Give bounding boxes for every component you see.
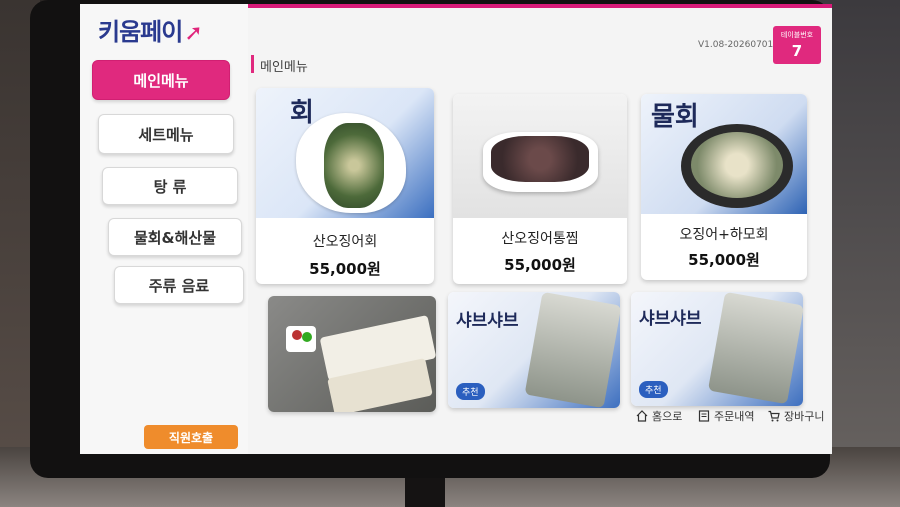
- sidebar-item-main-menu[interactable]: 메인메뉴: [92, 60, 230, 100]
- product-name: 산오징어회: [312, 234, 378, 250]
- product-price: 55,000원: [309, 260, 381, 278]
- food-shape: [707, 292, 803, 405]
- staff-call-button[interactable]: 직원호출: [144, 425, 238, 449]
- sauce-green: [302, 332, 312, 342]
- sidebar-item-label: 물회&해산물: [133, 228, 217, 247]
- app-logo: 키움페이➚: [98, 12, 203, 47]
- order-history-label: 주문내역: [714, 410, 755, 423]
- photo-title: 물회: [651, 102, 699, 132]
- logo-text: 키움페이: [98, 18, 183, 46]
- product-photo: 샤브샤브 추천: [448, 292, 620, 408]
- sidebar-item-label: 주류 음료: [148, 276, 210, 295]
- sidebar-item-seafood[interactable]: 물회&해산물: [108, 218, 242, 256]
- table-number: 7: [791, 42, 803, 60]
- cart-button[interactable]: 장바구니: [768, 408, 824, 424]
- photo-title: 샤브샤브: [456, 311, 519, 331]
- logo-arrow-icon: ➚: [184, 21, 202, 46]
- table-number-label: 테이블번호: [780, 31, 814, 39]
- product-photo: 회: [256, 88, 434, 218]
- kiosk-screen: 키움페이➚ 메인메뉴 세트메뉴 탕 류 물회&해산물 주류 음료 직원호출 메인…: [80, 4, 832, 454]
- product-card-4[interactable]: [268, 296, 436, 412]
- sidebar-item-drinks[interactable]: 주류 음료: [114, 266, 244, 304]
- sidebar-item-label: 탕 류: [153, 177, 187, 196]
- product-card-squid-steamed[interactable]: 산오징어통찜 55,000원: [453, 94, 627, 284]
- product-photo: 샤브샤브 추천: [631, 292, 803, 406]
- product-name: 오징어+하모회: [679, 227, 769, 243]
- product-card-shabu-1[interactable]: 샤브샤브 추천: [448, 292, 620, 408]
- home-label: 홈으로: [652, 410, 683, 423]
- recommend-badge: 추천: [639, 381, 668, 398]
- tablet-bezel: 키움페이➚ 메인메뉴 세트메뉴 탕 류 물회&해산물 주류 음료 직원호출 메인…: [30, 0, 832, 478]
- food-shape: [491, 136, 589, 182]
- product-photo: 물회: [641, 94, 807, 214]
- product-name: 산오징어통찜: [501, 231, 579, 247]
- sidebar-item-label: 메인메뉴: [133, 71, 189, 90]
- recommend-badge: 추천: [456, 383, 485, 400]
- sauce-red: [292, 330, 302, 340]
- product-card-squid-sashimi[interactable]: 회 산오징어회 55,000원: [256, 88, 434, 284]
- sidebar-item-set-menu[interactable]: 세트메뉴: [98, 114, 234, 154]
- product-photo: [453, 94, 627, 218]
- section-title: 메인메뉴: [260, 60, 308, 75]
- food-shape: [324, 123, 384, 208]
- cart-icon: [768, 410, 780, 422]
- section-marker: [251, 55, 254, 73]
- photo-title: 샤브샤브: [639, 309, 702, 329]
- product-photo: [268, 296, 436, 412]
- home-icon: [636, 410, 648, 422]
- table-number-badge: 테이블번호 7: [773, 26, 821, 64]
- main-content: 메인메뉴 V1.08-20260701.1.105 테이블번호 7 회 산오징어…: [248, 4, 832, 454]
- home-button[interactable]: 홈으로: [636, 408, 682, 424]
- food-shape: [524, 292, 620, 408]
- product-price: 55,000원: [688, 251, 760, 269]
- receipt-icon: [698, 410, 710, 422]
- sidebar-item-stew[interactable]: 탕 류: [102, 167, 238, 205]
- sidebar-item-label: 세트메뉴: [138, 125, 194, 144]
- food-shape: [691, 132, 783, 198]
- order-history-button[interactable]: 주문내역: [698, 408, 754, 424]
- sidebar: 키움페이➚ 메인메뉴 세트메뉴 탕 류 물회&해산물 주류 음료 직원호출: [80, 4, 248, 454]
- photo-title: 회: [290, 98, 314, 128]
- product-card-squid-hamo[interactable]: 물회 오징어+하모회 55,000원: [641, 94, 807, 280]
- staff-call-label: 직원호출: [168, 430, 214, 445]
- product-card-shabu-2[interactable]: 샤브샤브 추천: [631, 292, 803, 406]
- cart-label: 장바구니: [784, 410, 825, 423]
- product-price: 55,000원: [504, 256, 576, 274]
